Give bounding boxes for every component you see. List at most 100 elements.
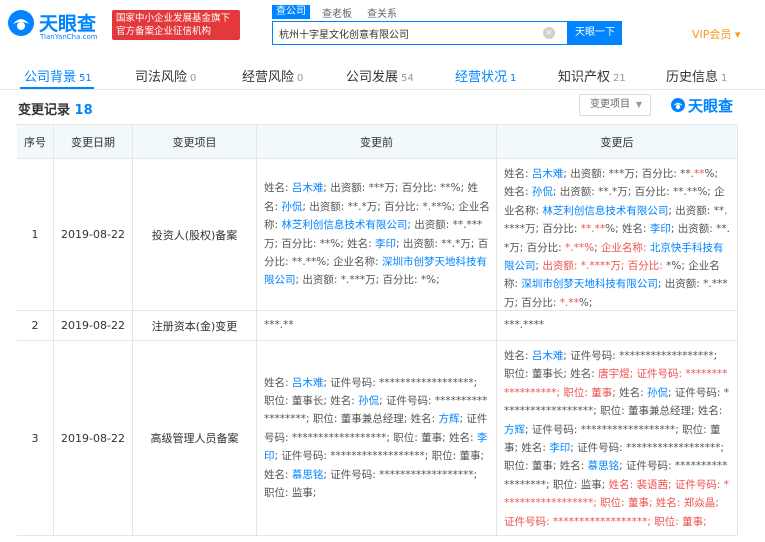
plain-text: ***.** [264, 319, 294, 332]
plain-text: 姓名: [504, 350, 532, 362]
entity-link[interactable]: 吕木难 [532, 350, 564, 362]
nav-company-development[interactable]: 公司发展 54 [346, 66, 414, 85]
clear-icon[interactable]: × [543, 27, 555, 39]
row-index: 1 [17, 159, 54, 311]
plain-text: ; 出资额: *.***万; 百分比: *%; [295, 274, 440, 287]
col-header-item: 变更项目 [133, 125, 257, 159]
tianyancha-logo[interactable]: 天眼查 TianYanCha.com [6, 5, 111, 45]
filter-label: 变更项目 [590, 99, 630, 110]
entity-link[interactable]: 李印 [650, 223, 671, 235]
nav-business-status[interactable]: 经营状况 1 [455, 66, 516, 85]
nav-label: 经营状况 [455, 70, 508, 85]
entity-link[interactable]: 孙侃 [647, 387, 668, 399]
col-header-after: 变更后 [497, 125, 738, 159]
entity-link[interactable]: 慕思铭 [588, 460, 620, 472]
chevron-down-icon: ▼ [635, 100, 642, 109]
nav-count: 1 [510, 73, 517, 84]
nav-label: 经营风险 [242, 70, 295, 85]
nav-count: 21 [613, 73, 626, 84]
row-after: 姓名: 吕木难; 证件号码: ******************; 职位: 董… [497, 341, 738, 536]
search-input[interactable] [279, 22, 539, 44]
nav-history[interactable]: 历史信息 1 [666, 66, 727, 85]
changed-text: 出资额: *.****万; 百分比: [542, 260, 667, 273]
row-item: 注册资本(金)变更 [133, 311, 257, 341]
plain-text: ; 姓名: [612, 386, 648, 399]
tab-search-company[interactable]: 查公司 [272, 5, 310, 19]
entity-link[interactable]: 吕木难 [532, 168, 564, 180]
row-before: 姓名: 吕木难; 证件号码: ******************; 职位: 董… [257, 341, 497, 536]
tab-search-relation[interactable]: 查关系 [367, 5, 397, 20]
entity-link[interactable]: 李印 [549, 442, 570, 454]
row-date: 2019-08-22 [54, 341, 133, 536]
plain-text: 姓名: [504, 168, 532, 180]
entity-link[interactable]: 慕思铭 [292, 469, 324, 481]
entity-link[interactable]: 孙侃 [532, 186, 553, 198]
logo-text: 天眼查 [39, 13, 97, 35]
search-box: × [272, 21, 568, 45]
entity-link[interactable]: 方辉 [504, 424, 525, 436]
logo-eye-icon [8, 10, 34, 36]
entity-link[interactable]: 吕木难 [292, 182, 324, 194]
entity-link[interactable]: 孙侃 [358, 395, 379, 407]
nav-label: 历史信息 [666, 70, 719, 85]
entity-link[interactable]: 孙侃 [281, 201, 302, 213]
top-header: 天眼查 TianYanCha.com 国家中小企业发展基金旗下 官方备案企业征信… [0, 0, 765, 52]
row-before: 姓名: 吕木难; 出资额: ***万; 百分比: **%; 姓名: 孙侃; 出资… [257, 159, 497, 311]
nav-intellectual-property[interactable]: 知识产权 21 [558, 66, 626, 85]
nav-operating-risk[interactable]: 经营风险 0 [242, 66, 303, 85]
row-date: 2019-08-22 [54, 311, 133, 341]
table-row: 3 2019-08-22 高级管理人员备案 姓名: 吕木难; 证件号码: ***… [17, 341, 738, 536]
active-tab-underline [20, 87, 94, 89]
watermark-text: 天眼查 [688, 97, 734, 115]
entity-link[interactable]: 深圳市创梦天地科技有限公司 [521, 278, 658, 290]
row-index: 3 [17, 341, 54, 536]
plain-text: %; 姓名: [605, 223, 650, 236]
change-records-table: 序号 变更日期 变更项目 变更前 变更后 1 2019-08-22 投资人(股权… [16, 124, 738, 536]
search-button[interactable]: 天眼一下 [568, 21, 622, 45]
entity-link[interactable]: 吕木难 [292, 377, 324, 389]
tab-search-boss[interactable]: 查老板 [322, 5, 352, 20]
nav-count: 51 [79, 73, 92, 84]
nav-company-background[interactable]: 公司背景 51 [24, 66, 92, 85]
plain-text: %; [578, 296, 593, 309]
nav-count: 1 [721, 73, 728, 84]
watermark-logo: 天眼查 [670, 95, 740, 115]
plain-text: ***.**** [504, 319, 545, 332]
section-title-label: 变更记录 [18, 103, 71, 118]
nav-count: 0 [190, 73, 197, 84]
nav-label: 公司发展 [346, 70, 399, 85]
badge-line-1: 国家中小企业发展基金旗下 [116, 13, 231, 24]
entity-link[interactable]: 方辉 [439, 413, 460, 425]
nav-count: 54 [401, 73, 414, 84]
row-after-text: ***.**** [504, 316, 544, 334]
col-header-index: 序号 [17, 125, 54, 159]
row-after: 姓名: 吕木难; 出资额: ***万; 百分比: **.** %; 姓名: 孙侃;… [497, 159, 738, 311]
row-item: 高级管理人员备案 [133, 341, 257, 536]
change-item-filter[interactable]: 变更项目 ▼ [579, 94, 651, 116]
company-nav: 公司背景 51 司法风险 0 经营风险 0 公司发展 54 经营状况 1 知识产权 21 历… [0, 58, 765, 90]
nav-label: 公司背景 [24, 70, 77, 85]
entity-link[interactable]: 李印 [375, 238, 396, 250]
row-before-text: 姓名: 吕木难; 出资额: ***万; 百分比: **%; 姓名: 孙侃; 出资… [264, 179, 490, 289]
changed-text: 企业名称: [600, 241, 650, 254]
nav-judicial-risk[interactable]: 司法风险 0 [135, 66, 196, 85]
entity-link[interactable]: 林芝利创信息技术有限公司 [542, 205, 668, 217]
row-after: ***.**** [497, 311, 738, 341]
col-header-date: 变更日期 [54, 125, 133, 159]
plain-text: ; 出资额: ***万; 百分比: **. [563, 168, 694, 180]
changed-text: *.** [559, 296, 579, 309]
vip-member-link[interactable]: VIP会员 ▾ [692, 26, 740, 42]
nav-label: 知识产权 [558, 70, 611, 85]
row-index: 2 [17, 311, 54, 341]
row-after-text: 姓名: 吕木难; 证件号码: ******************; 职位: 董… [504, 347, 731, 531]
changed-text: 唐宇煜 [598, 368, 630, 381]
entity-link[interactable]: 林芝利创信息技术有限公司 [281, 219, 407, 231]
row-before: ***.** [257, 311, 497, 341]
logo-domain: TianYanCha.com [40, 33, 98, 41]
table-header-row: 序号 变更日期 变更项目 变更前 变更后 [17, 125, 738, 159]
table-row: 1 2019-08-22 投资人(股权)备案 姓名: 吕木难; 出资额: ***… [17, 159, 738, 311]
official-badge: 国家中小企业发展基金旗下 官方备案企业征信机构 [112, 10, 240, 40]
plain-text: 姓名: [264, 182, 292, 195]
row-before-text: ***.** [264, 316, 294, 334]
section-title: 变更记录 18 [18, 99, 93, 118]
